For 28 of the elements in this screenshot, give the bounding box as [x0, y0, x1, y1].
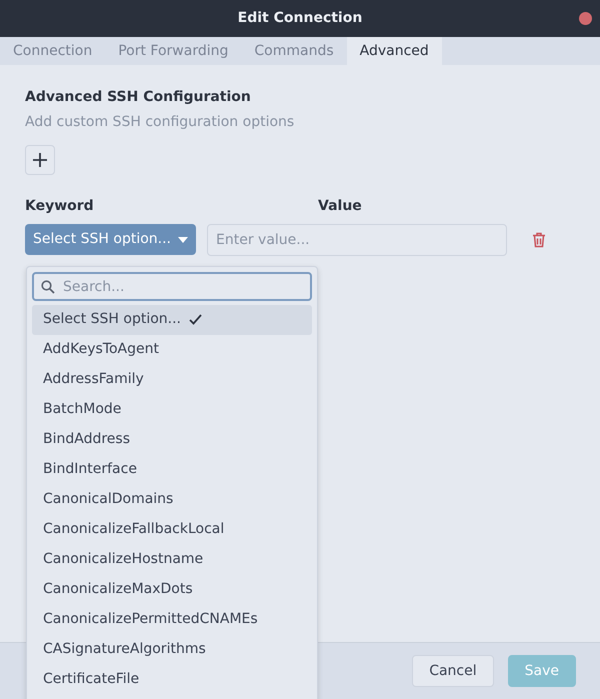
- dropdown-item[interactable]: BindAddress: [32, 424, 312, 454]
- dropdown-item[interactable]: CanonicalDomains: [32, 484, 312, 514]
- column-header: Value: [318, 198, 362, 214]
- tab[interactable]: Advanced: [346, 37, 442, 65]
- dropdown-item[interactable]: CertificateFile: [32, 664, 312, 694]
- close-button[interactable]: [579, 12, 592, 25]
- dropdown-item[interactable]: CanonicalizePermittedCNAMEs: [32, 604, 312, 634]
- plus-icon: [32, 152, 48, 168]
- dropdown-item[interactable]: CanonicalizeHostname: [32, 544, 312, 574]
- dropdown-item[interactable]: Select SSH option...: [32, 304, 312, 334]
- dropdown-item[interactable]: BindInterface: [32, 454, 312, 484]
- dropdown-item[interactable]: CanonicalizeMaxDots: [32, 574, 312, 604]
- dropdown-item[interactable]: CASignatureAlgorithms: [32, 634, 312, 664]
- add-button[interactable]: [25, 144, 55, 175]
- value-field[interactable]: Enter value...: [207, 224, 507, 256]
- dropdown-item[interactable]: AddKeysToAgent: [32, 334, 312, 364]
- section-title: Advanced SSH Configuration: [25, 89, 252, 106]
- search-field[interactable]: Search...: [32, 272, 312, 301]
- cancel-button[interactable]: Cancel: [412, 655, 494, 687]
- dropdown-item[interactable]: CanonicalizeFallbackLocal: [32, 514, 312, 544]
- column-header: Keyword: [25, 198, 94, 214]
- caret-icon: [178, 236, 188, 243]
- dropdown-item[interactable]: BatchMode: [32, 394, 312, 424]
- check-icon: [189, 314, 202, 325]
- delete-icon[interactable]: [532, 232, 546, 248]
- dropdown-item[interactable]: AddressFamily: [32, 364, 312, 394]
- window-title: Edit Connection: [238, 9, 362, 28]
- section-subtitle: Add custom SSH configuration options: [25, 112, 296, 132]
